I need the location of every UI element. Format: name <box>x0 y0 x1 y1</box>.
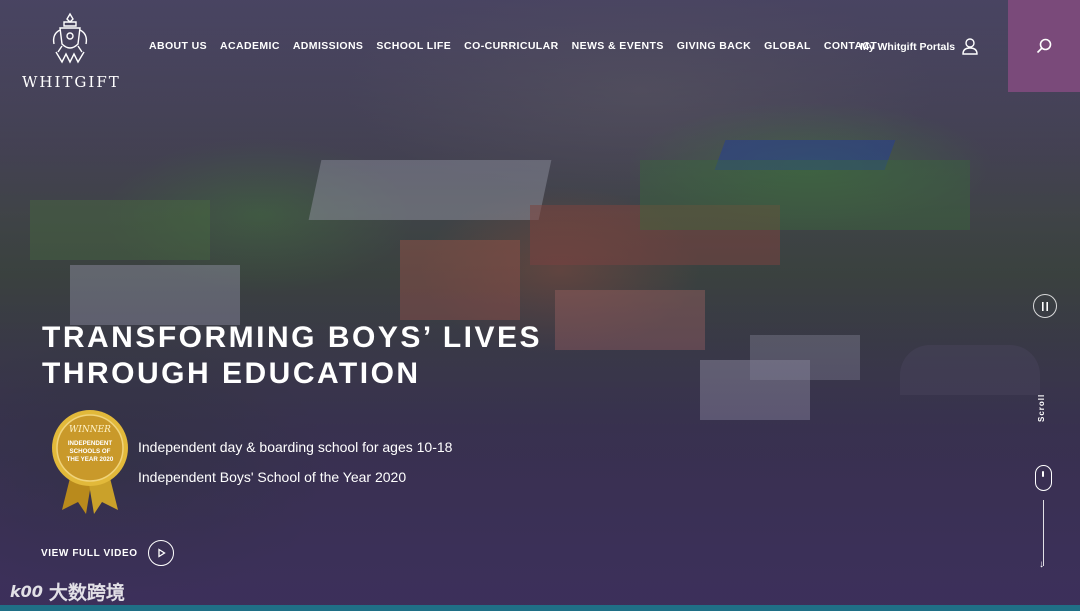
watermark-logo: k00 <box>10 582 43 601</box>
award-badge: WINNER INDEPENDENT SCHOOLS OF THE YEAR 2… <box>52 410 128 514</box>
school-logo[interactable]: WHITGIFT <box>22 12 121 91</box>
nav-academic[interactable]: ACADEMIC <box>220 40 280 52</box>
badge-winner-text: WINNER <box>69 425 111 435</box>
hero-subline-2: Independent Boys' School of the Year 202… <box>138 469 407 485</box>
portals-link[interactable]: My Whitgift Portals <box>860 38 978 55</box>
main-nav: ABOUT US ACADEMIC ADMISSIONS SCHOOL LIFE… <box>149 40 890 52</box>
scroll-line <box>1043 500 1044 566</box>
mouse-icon[interactable] <box>1035 465 1052 491</box>
nav-news-events[interactable]: NEWS & EVENTS <box>572 40 664 52</box>
nav-co-curricular[interactable]: CO-CURRICULAR <box>464 40 558 52</box>
headline-line-2: THROUGH EDUCATION <box>42 357 421 390</box>
nav-school-life[interactable]: SCHOOL LIFE <box>376 40 451 52</box>
user-icon <box>962 38 978 55</box>
watermark-text: 大数跨境 <box>48 582 125 604</box>
nav-admissions[interactable]: ADMISSIONS <box>293 40 364 52</box>
search-icon <box>1036 38 1052 54</box>
badge-line-2: SCHOOLS OF <box>70 448 111 455</box>
nav-about-us[interactable]: ABOUT US <box>149 40 207 52</box>
pause-button[interactable] <box>1033 294 1057 318</box>
badge-line-1: INDEPENDENT <box>68 440 113 447</box>
bottom-accent-strip <box>0 605 1080 611</box>
scroll-label: Scroll <box>1037 393 1046 422</box>
video-label: VIEW FULL VIDEO <box>41 547 138 559</box>
nav-global[interactable]: GLOBAL <box>764 40 811 52</box>
hero-section: WHITGIFT ABOUT US ACADEMIC ADMISSIONS SC… <box>0 0 1080 611</box>
play-icon <box>147 540 174 566</box>
search-button[interactable] <box>1008 0 1080 92</box>
pause-icon <box>1042 301 1048 311</box>
nav-giving-back[interactable]: GIVING BACK <box>677 40 751 52</box>
hero-headline: TRANSFORMING BOYS’ LIVES THROUGH EDUCATI… <box>42 320 542 392</box>
crest-icon <box>52 12 88 64</box>
portals-label: My Whitgift Portals <box>860 40 956 53</box>
arrow-down-icon[interactable]: ↓ <box>1039 560 1044 570</box>
watermark: k00 大数跨境 <box>10 578 125 605</box>
badge-line-3: THE YEAR 2020 <box>67 456 114 463</box>
logo-wordmark: WHITGIFT <box>22 73 121 91</box>
hero-overlay <box>0 0 1080 611</box>
headline-line-1: TRANSFORMING BOYS’ LIVES <box>42 321 543 354</box>
hero-subline-1: Independent day & boarding school for ag… <box>138 439 453 455</box>
view-video-button[interactable]: VIEW FULL VIDEO <box>41 540 174 566</box>
